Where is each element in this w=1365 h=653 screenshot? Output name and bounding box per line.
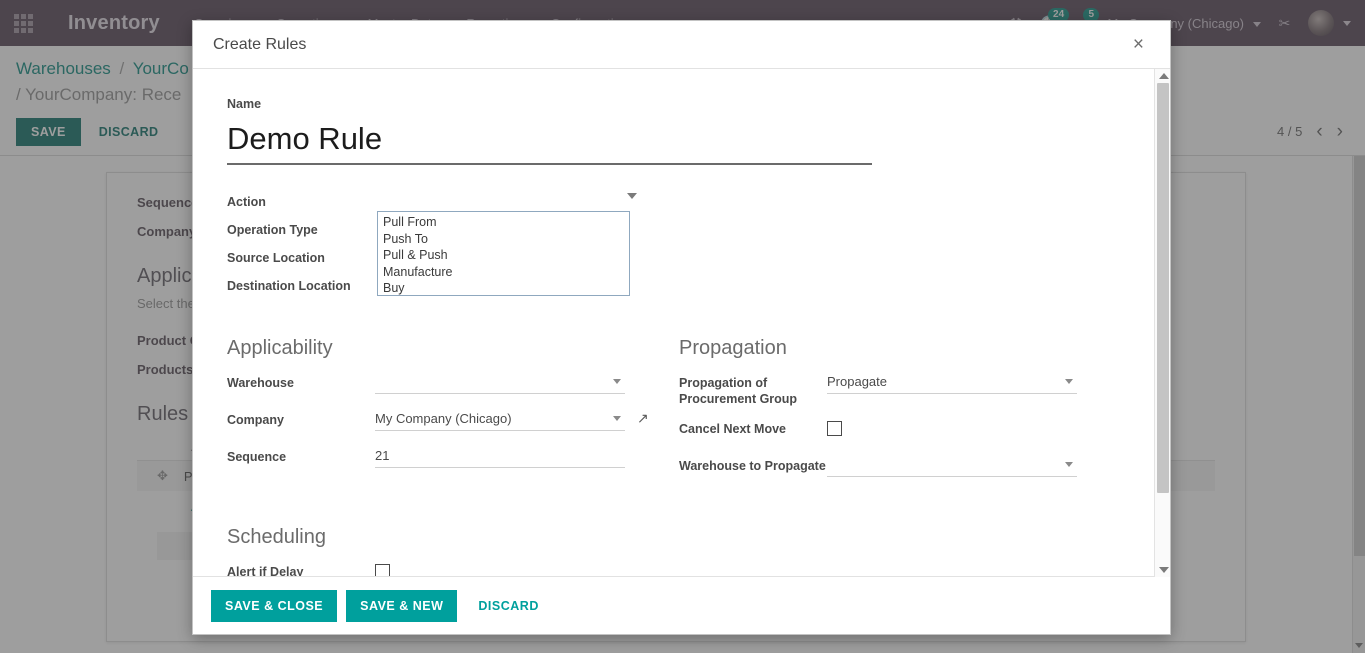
warehouse-label: Warehouse <box>227 376 294 390</box>
warehouse-to-propagate-dropdown-caret-icon[interactable] <box>1065 462 1073 467</box>
sequence-field-row: Sequence <box>227 446 679 472</box>
procurement-group-input[interactable] <box>827 372 1077 394</box>
destination-location-field-row: Destination Location <box>227 275 1136 303</box>
alert-if-delay-label: Alert if Delay <box>227 565 304 576</box>
warehouse-to-propagate-label: Warehouse to Propagate <box>679 459 826 473</box>
sequence-control <box>375 446 625 468</box>
company-control <box>375 409 625 431</box>
applicability-title: Applicability <box>227 337 333 359</box>
name-input[interactable] <box>227 117 872 165</box>
source-location-field-row: Source Location <box>227 247 1136 275</box>
procurement-group-label: Propagation of Procurement Group <box>679 376 798 406</box>
scroll-down-icon[interactable] <box>1159 567 1169 573</box>
dialog-scrollbar-thumb[interactable] <box>1157 83 1169 493</box>
name-label: Name <box>227 97 262 111</box>
action-option-pull-from[interactable]: Pull From <box>382 214 629 231</box>
dialog-discard-button[interactable]: DISCARD <box>466 590 550 622</box>
company-input[interactable] <box>375 409 625 431</box>
warehouse-dropdown-caret-icon[interactable] <box>613 379 621 384</box>
procurement-group-field-row: Propagation of Procurement Group <box>679 372 1131 407</box>
company-label: Company <box>227 413 284 427</box>
alert-if-delay-control <box>375 561 625 576</box>
warehouse-field-row: Warehouse <box>227 372 679 398</box>
main-fields-group: Action Operation Type Source Location De… <box>227 191 1136 303</box>
warehouse-to-propagate-input[interactable] <box>827 455 1077 477</box>
sequence-label: Sequence <box>227 450 287 464</box>
procurement-group-control <box>827 372 1077 394</box>
action-option-manufacture[interactable]: Manufacture <box>382 264 629 281</box>
scroll-up-icon[interactable] <box>1159 73 1169 79</box>
name-field-group: Name <box>227 97 1136 165</box>
operation-type-label: Operation Type <box>227 223 318 237</box>
alert-if-delay-field-row: Alert if Delay <box>227 561 1136 576</box>
dialog-title: Create Rules <box>213 35 307 53</box>
save-and-close-button[interactable]: SAVE & CLOSE <box>211 589 338 622</box>
source-location-label: Source Location <box>227 251 325 265</box>
applicability-section: Applicability Warehouse Company ↗ <box>227 337 679 492</box>
warehouse-control <box>375 372 625 394</box>
propagation-title: Propagation <box>679 337 787 359</box>
scheduling-title: Scheduling <box>227 526 326 548</box>
destination-location-label: Destination Location <box>227 279 351 293</box>
save-and-new-button[interactable]: SAVE & NEW <box>346 589 458 622</box>
action-label: Action <box>227 195 266 209</box>
action-option-buy[interactable]: Buy <box>382 280 629 295</box>
sequence-input[interactable] <box>375 446 625 468</box>
action-dropdown-caret-icon[interactable] <box>627 193 637 199</box>
dialog-footer: SAVE & CLOSE SAVE & NEW DISCARD <box>193 576 1170 634</box>
cancel-next-move-checkbox[interactable] <box>827 421 842 436</box>
create-rules-dialog: Create Rules × Name Action Operation Typ… <box>192 20 1171 635</box>
company-dropdown-caret-icon[interactable] <box>613 416 621 421</box>
applicability-propagation-columns: Applicability Warehouse Company ↗ <box>227 337 1136 492</box>
cancel-next-move-label: Cancel Next Move <box>679 422 786 436</box>
alert-if-delay-checkbox[interactable] <box>375 564 390 576</box>
warehouse-to-propagate-field-row: Warehouse to Propagate <box>679 455 1131 481</box>
cancel-next-move-control <box>827 418 1077 441</box>
operation-type-field-row: Operation Type <box>227 219 1136 247</box>
close-icon[interactable]: × <box>1127 34 1150 55</box>
dialog-header: Create Rules × <box>193 21 1170 69</box>
action-option-push-to[interactable]: Push To <box>382 231 629 248</box>
action-option-pull-and-push[interactable]: Pull & Push <box>382 247 629 264</box>
procurement-group-dropdown-caret-icon[interactable] <box>1065 379 1073 384</box>
cancel-next-move-field-row: Cancel Next Move <box>679 418 1131 444</box>
warehouse-to-propagate-control <box>827 455 1077 477</box>
action-options-list[interactable]: Pull From Push To Pull & Push Manufactur… <box>377 211 630 296</box>
warehouse-input[interactable] <box>375 372 625 394</box>
company-field-row: Company ↗ <box>227 409 679 435</box>
external-link-icon[interactable]: ↗ <box>637 409 649 427</box>
action-field-row: Action <box>227 191 1136 219</box>
dialog-body: Name Action Operation Type Source Locati… <box>193 69 1170 576</box>
dialog-scrollbar[interactable] <box>1154 69 1170 577</box>
scheduling-section: Scheduling Alert if Delay <box>227 526 1136 576</box>
propagation-section: Propagation Propagation of Procurement G… <box>679 337 1131 492</box>
